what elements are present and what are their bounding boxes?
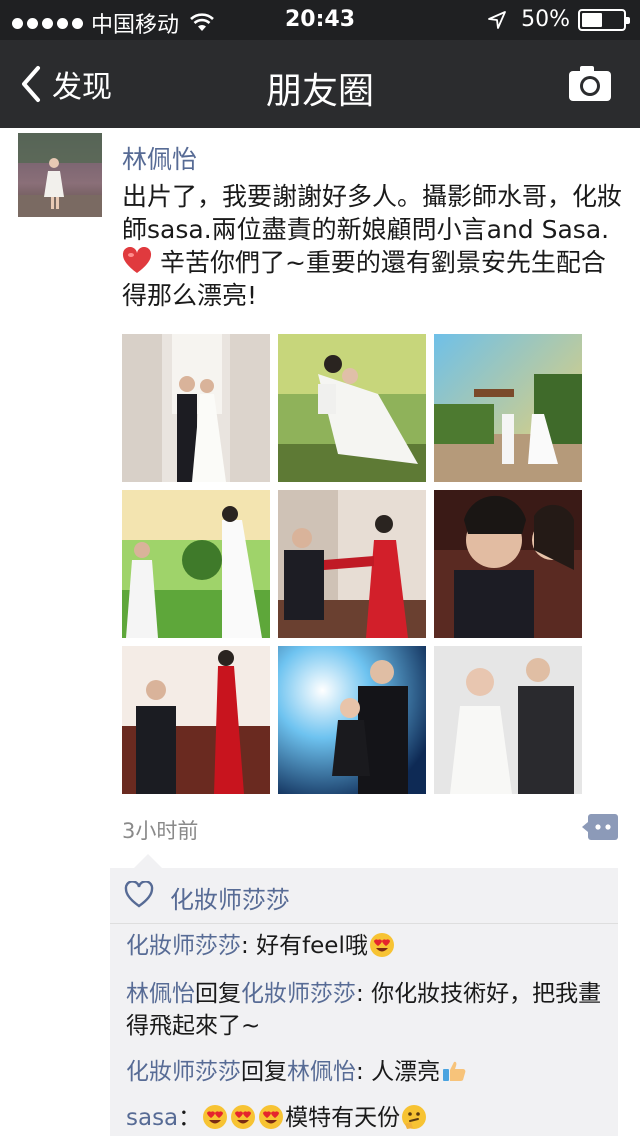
comment-separator: : [241, 933, 257, 959]
comment-box-arrow [134, 854, 162, 868]
comment-author[interactable]: sasa [126, 1105, 178, 1131]
photo-6[interactable] [434, 490, 582, 638]
reply-word: 回复 [195, 981, 241, 1007]
comment-author[interactable]: 化妝师莎莎 [126, 933, 241, 959]
comment-separator: ： [178, 1105, 202, 1131]
reply-to-name[interactable]: 化妝师莎莎 [241, 981, 356, 1007]
nav-bar: 发现 朋友圈 [0, 40, 640, 128]
post-time: 3小时前 [122, 819, 199, 843]
comment-box: 化妝师莎莎 化妝师莎莎: 好有feel哦 林佩怡回复化妝师莎莎: 你化妝技術好，… [110, 868, 618, 1136]
comment-2[interactable]: 林佩怡回复化妝师莎莎: 你化妝技術好，把我畫得飛起來了~ [126, 978, 612, 1042]
comment-separator: : [356, 981, 372, 1007]
photo-9[interactable] [434, 646, 582, 794]
comment-author[interactable]: 化妝师莎莎 [126, 1059, 241, 1085]
thumbs-up-emoji-icon [443, 1061, 466, 1081]
location-arrow-icon [488, 10, 506, 29]
post-text-part-1: 出片了，我要謝謝好多人。攝影師水哥，化妝師sasa.兩位盡責的新娘顧問小言and… [122, 182, 623, 244]
photo-grid [122, 334, 582, 794]
liker-name[interactable]: 化妝师莎莎 [170, 880, 290, 915]
post-text-part-2: 辛苦你們了~重要的還有劉景安先生配合得那么漂亮! [122, 248, 606, 310]
heart-emoji-icon [122, 247, 152, 273]
photo-5[interactable] [278, 490, 426, 638]
status-bar: 中国移动 20:43 50% [0, 0, 640, 40]
battery-percent: 50% [521, 7, 570, 32]
author-avatar[interactable] [18, 133, 102, 217]
photo-3[interactable] [434, 334, 582, 482]
likes-row: 化妝师莎莎 [110, 868, 618, 924]
photo-4[interactable] [122, 490, 270, 638]
heart-outline-icon [124, 881, 154, 908]
heart-eyes-emoji-icon [203, 1105, 228, 1129]
reply-word: 回复 [241, 1059, 287, 1085]
camera-icon[interactable] [568, 64, 612, 102]
comment-4[interactable]: sasa： 模特有天份 [126, 1102, 612, 1134]
page-title: 朋友圈 [265, 71, 374, 112]
author-name[interactable]: 林佩怡 [122, 140, 197, 176]
reply-to-name[interactable]: 林佩怡 [287, 1059, 356, 1085]
comment-text: 人漂亮 [371, 1059, 441, 1085]
photo-7[interactable] [122, 646, 270, 794]
comment-text: 好有feel哦 [256, 933, 368, 959]
photo-1[interactable] [122, 334, 270, 482]
heart-eyes-emoji-icon [231, 1105, 256, 1129]
photo-2[interactable] [278, 334, 426, 482]
post-text: 出片了，我要謝謝好多人。攝影師水哥，化妝師sasa.兩位盡責的新娘顧問小言and… [122, 180, 622, 312]
comment-1[interactable]: 化妝师莎莎: 好有feel哦 [126, 930, 612, 962]
comment-options-icon[interactable] [582, 812, 620, 842]
heart-eyes-emoji-icon [369, 933, 394, 957]
photo-8[interactable] [278, 646, 426, 794]
comment-author[interactable]: 林佩怡 [126, 981, 195, 1007]
battery-icon [578, 8, 630, 31]
heart-eyes-emoji-icon [259, 1105, 284, 1129]
comment-text: 模特有天份 [285, 1105, 401, 1131]
comment-3[interactable]: 化妝师莎莎回复林佩怡: 人漂亮 [126, 1056, 612, 1088]
comment-separator: : [356, 1059, 372, 1085]
thinking-emoji-icon [402, 1105, 427, 1129]
